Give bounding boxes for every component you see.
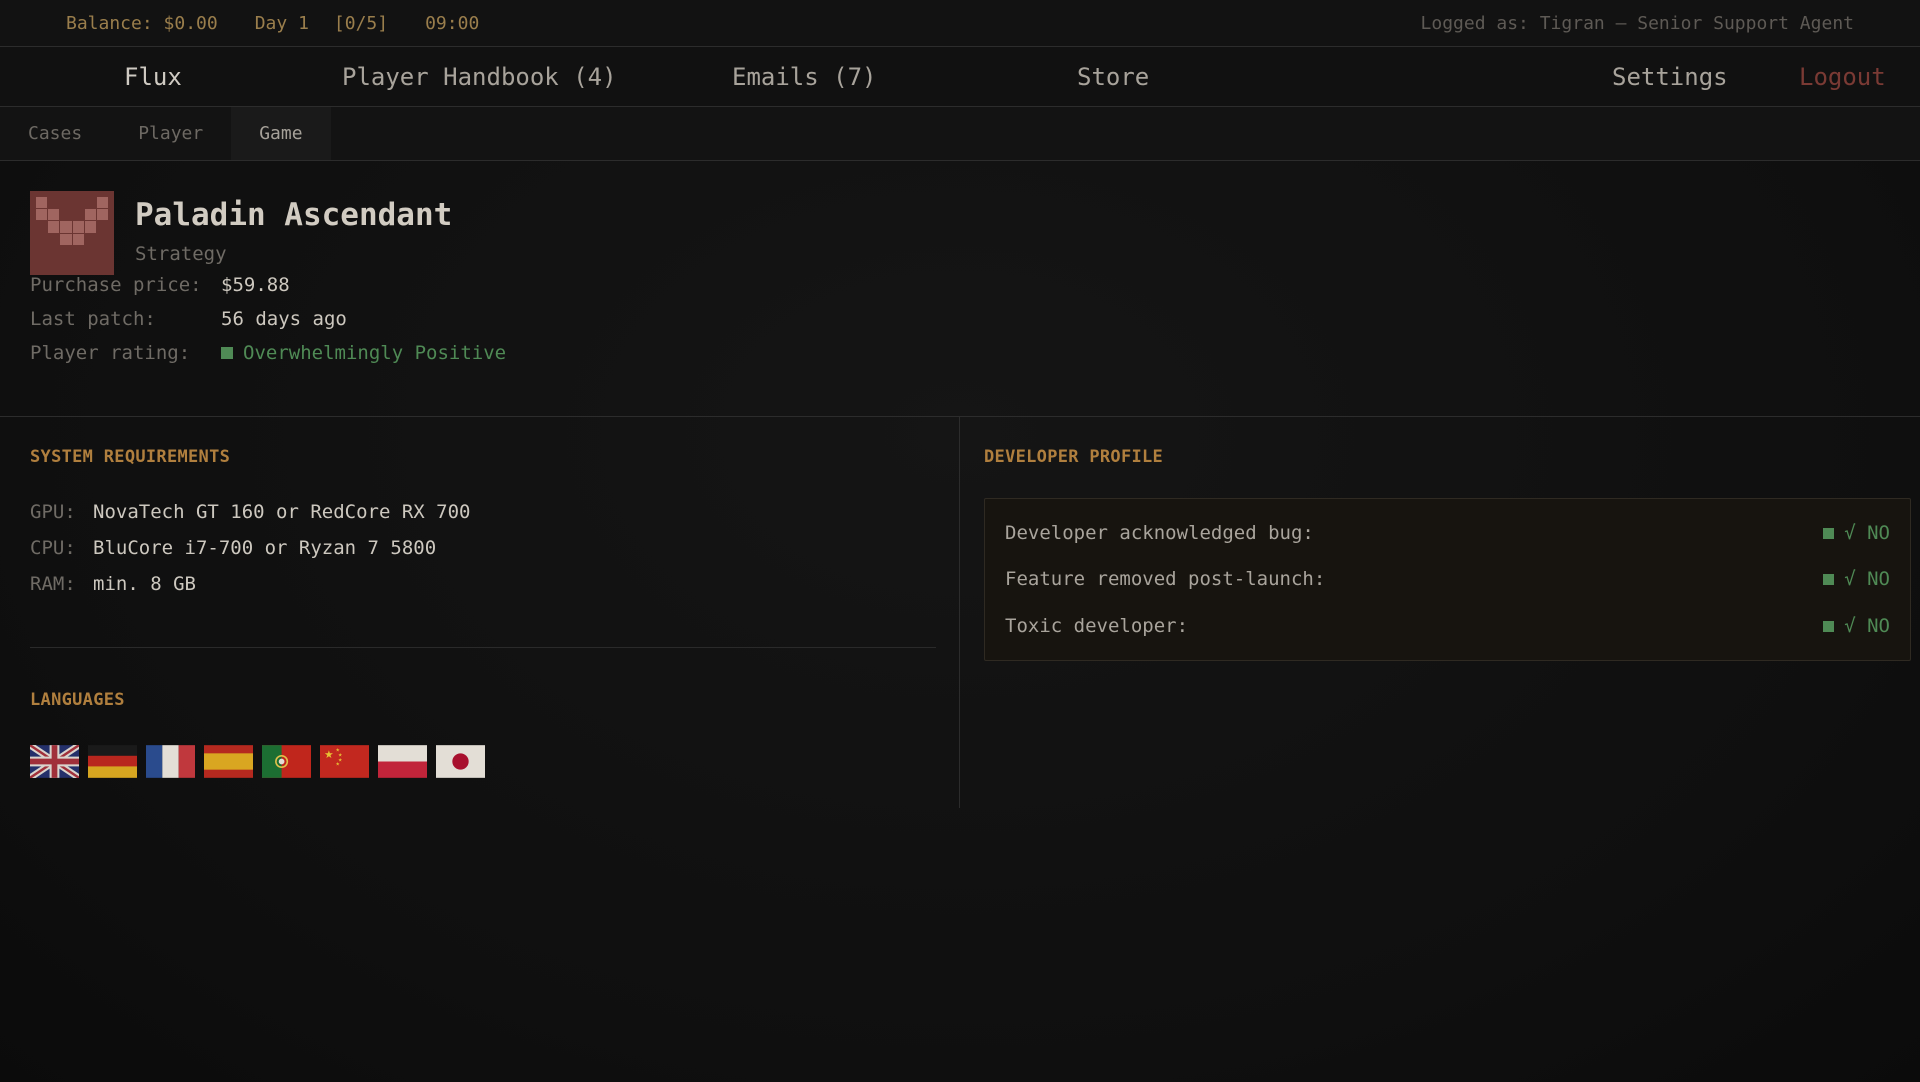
language-flags: ★ ★ ★ ★ ★ [30, 745, 485, 778]
last-patch-row: Last patch: 56 days ago [30, 308, 347, 330]
system-requirements-title: SYSTEM REQUIREMENTS [30, 447, 231, 467]
france-flag-icon [146, 745, 195, 778]
status-square-icon [1823, 620, 1835, 632]
clock-display: 09:00 [425, 12, 480, 34]
purchase-price-label: Purchase price: [30, 274, 202, 296]
detail-panels: SYSTEM REQUIREMENTS GPU: NovaTech GT 160… [0, 417, 1920, 808]
logged-as-text: Logged as: Tigran — Senior Support Agent [1420, 12, 1854, 34]
spain-flag-icon [204, 745, 253, 778]
ram-row: RAM: min. 8 GB [30, 573, 196, 595]
developer-row-value: √ NO [1844, 615, 1890, 637]
developer-row-label: Toxic developer: [1005, 615, 1189, 637]
game-details-page: Balance: $0.00 Day 1 [0/5] 09:00 Logged … [0, 0, 1920, 1082]
nav-player-handbook[interactable]: Player Handbook (4) [342, 47, 617, 107]
game-genre: Strategy [135, 243, 227, 265]
uk-flag-icon [30, 745, 79, 778]
day-display: Day 1 [254, 12, 309, 34]
status-square-icon [1823, 527, 1835, 539]
nav-emails[interactable]: Emails (7) [732, 47, 877, 107]
cpu-value: BluCore i7-700 or Ryzan 7 5800 [93, 537, 437, 559]
china-flag-icon: ★ ★ ★ ★ ★ [320, 745, 369, 778]
nav-flux[interactable]: Flux [124, 47, 182, 107]
developer-row-status: √ NO [1823, 522, 1890, 544]
developer-profile-box: Developer acknowledged bug: √ NO Feature… [984, 498, 1911, 661]
sub-nav: Cases Player Game [0, 107, 1920, 161]
cpu-row: CPU: BluCore i7-700 or Ryzan 7 5800 [30, 537, 436, 559]
developer-row-status: √ NO [1823, 615, 1890, 637]
japan-flag-icon [436, 745, 485, 778]
game-cover-icon [30, 191, 114, 275]
nav-settings[interactable]: Settings [1612, 47, 1728, 107]
player-rating-value: Overwhelmingly Positive [221, 342, 506, 364]
tab-player[interactable]: Player [110, 107, 231, 160]
status-square-icon [1823, 573, 1835, 585]
developer-row-status: √ NO [1823, 568, 1890, 590]
section-divider [30, 647, 936, 648]
rating-status-icon [221, 347, 233, 359]
purchase-price-value: $59.88 [221, 274, 290, 296]
developer-panel: DEVELOPER PROFILE Developer acknowledged… [961, 417, 1920, 808]
purchase-price-row: Purchase price: $59.88 [30, 274, 290, 296]
germany-flag-icon [88, 745, 137, 778]
poland-flag-icon [378, 745, 427, 778]
svg-text:★: ★ [336, 762, 341, 768]
cases-counter: [0/5] [333, 12, 389, 34]
nav-store[interactable]: Store [1077, 47, 1149, 107]
svg-text:★: ★ [324, 748, 334, 761]
developer-row-acknowledged-bug: Developer acknowledged bug: √ NO [1005, 518, 1890, 548]
status-bar: Balance: $0.00 Day 1 [0/5] 09:00 Logged … [0, 0, 1920, 47]
developer-row-label: Feature removed post-launch: [1005, 568, 1326, 590]
developer-row-value: √ NO [1844, 522, 1890, 544]
developer-row-toxic: Toxic developer: √ NO [1005, 611, 1890, 641]
developer-row-label: Developer acknowledged bug: [1005, 522, 1314, 544]
balance-display: Balance: $0.00 [66, 12, 218, 34]
requirements-panel: SYSTEM REQUIREMENTS GPU: NovaTech GT 160… [0, 417, 960, 808]
tab-cases[interactable]: Cases [0, 107, 110, 160]
player-rating-label: Player rating: [30, 342, 191, 364]
logout-button[interactable]: Logout [1799, 47, 1886, 107]
main-nav: Flux Player Handbook (4) Emails (7) Stor… [0, 47, 1920, 107]
ram-value: min. 8 GB [93, 573, 196, 595]
cpu-label: CPU: [30, 537, 76, 559]
gpu-label: GPU: [30, 501, 76, 523]
tab-game[interactable]: Game [231, 107, 331, 160]
gpu-value: NovaTech GT 160 or RedCore RX 700 [93, 501, 471, 523]
developer-row-feature-removed: Feature removed post-launch: √ NO [1005, 564, 1890, 594]
portugal-flag-icon [262, 745, 311, 778]
ram-label: RAM: [30, 573, 76, 595]
developer-row-value: √ NO [1844, 568, 1890, 590]
status-left: Balance: $0.00 Day 1 [0/5] 09:00 [66, 13, 479, 34]
player-rating-row: Player rating: Overwhelmingly Positive [30, 342, 506, 364]
developer-profile-title: DEVELOPER PROFILE [984, 447, 1164, 467]
rating-text: Overwhelmingly Positive [243, 342, 507, 364]
game-header: Paladin Ascendant Strategy Purchase pric… [0, 161, 1920, 417]
gpu-row: GPU: NovaTech GT 160 or RedCore RX 700 [30, 501, 471, 523]
last-patch-label: Last patch: [30, 308, 156, 330]
game-title: Paladin Ascendant [135, 197, 453, 233]
last-patch-value: 56 days ago [221, 308, 347, 330]
languages-title: LANGUAGES [30, 690, 125, 710]
